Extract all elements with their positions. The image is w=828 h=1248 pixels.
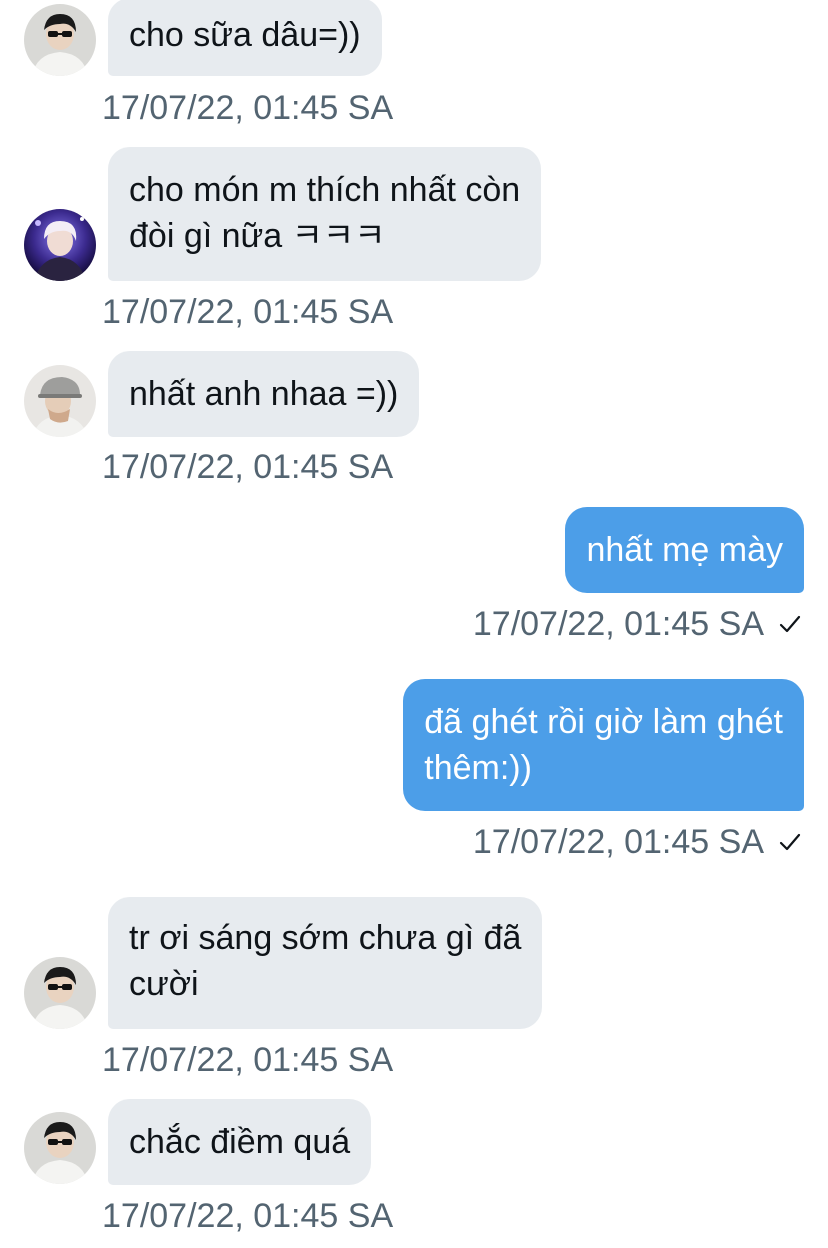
sent-check-icon bbox=[779, 615, 801, 633]
message-text-line: cười bbox=[129, 965, 199, 1003]
message-bubble[interactable]: cho sữa dâu=)) bbox=[108, 0, 382, 76]
avatar-cap-icon bbox=[24, 365, 96, 437]
avatar[interactable] bbox=[24, 365, 96, 437]
message-bubble-outgoing[interactable]: nhất mẹ mày bbox=[565, 507, 804, 593]
message-text-line: đã ghét rồi giờ làm ghét bbox=[424, 703, 783, 741]
avatar-sunglasses-icon bbox=[24, 4, 96, 76]
message-bubble-outgoing[interactable]: đã ghét rồi giờ làm ghét thêm:)) bbox=[403, 679, 804, 811]
message-text: cho sữa dâu=)) bbox=[129, 16, 361, 54]
message-text-line: thêm:)) bbox=[424, 749, 532, 787]
message-text-line: tr ơi sáng sớm chưa gì đã bbox=[129, 919, 522, 957]
sent-check-icon bbox=[779, 833, 801, 851]
message-text: nhất mẹ mày bbox=[586, 531, 783, 569]
message-text-line: đòi gì nữa ㅋㅋㅋ bbox=[129, 217, 386, 255]
message-timestamp: 17/07/22, 01:45 SA bbox=[102, 448, 394, 486]
message-bubble[interactable]: nhất anh nhaa =)) bbox=[108, 351, 420, 437]
message-timestamp: 17/07/22, 01:45 SA bbox=[102, 1041, 394, 1079]
message-bubble[interactable]: tr ơi sáng sớm chưa gì đã cười bbox=[108, 897, 543, 1029]
avatar[interactable] bbox=[24, 209, 96, 281]
message-text-line: cho món m thích nhất còn bbox=[129, 171, 521, 209]
avatar-sunglasses-icon bbox=[24, 1112, 96, 1184]
message-timestamp: 17/07/22, 01:45 SA bbox=[472, 605, 764, 643]
message-timestamp: 17/07/22, 01:45 SA bbox=[472, 823, 764, 861]
avatar[interactable] bbox=[24, 957, 96, 1029]
avatar[interactable] bbox=[24, 1112, 96, 1184]
message-text: nhất anh nhaa =)) bbox=[129, 375, 399, 413]
message-timestamp: 17/07/22, 01:45 SA bbox=[102, 89, 394, 127]
message-timestamp: 17/07/22, 01:45 SA bbox=[102, 1197, 394, 1235]
avatar-concert-icon bbox=[24, 209, 96, 281]
message-text: chắc điềm quá bbox=[129, 1123, 351, 1161]
message-timestamp: 17/07/22, 01:45 SA bbox=[102, 293, 394, 331]
message-bubble[interactable]: cho món m thích nhất còn đòi gì nữa ㅋㅋㅋ bbox=[108, 147, 542, 281]
message-bubble[interactable]: chắc điềm quá bbox=[108, 1099, 372, 1185]
avatar[interactable] bbox=[24, 4, 96, 76]
avatar-sunglasses-icon bbox=[24, 957, 96, 1029]
